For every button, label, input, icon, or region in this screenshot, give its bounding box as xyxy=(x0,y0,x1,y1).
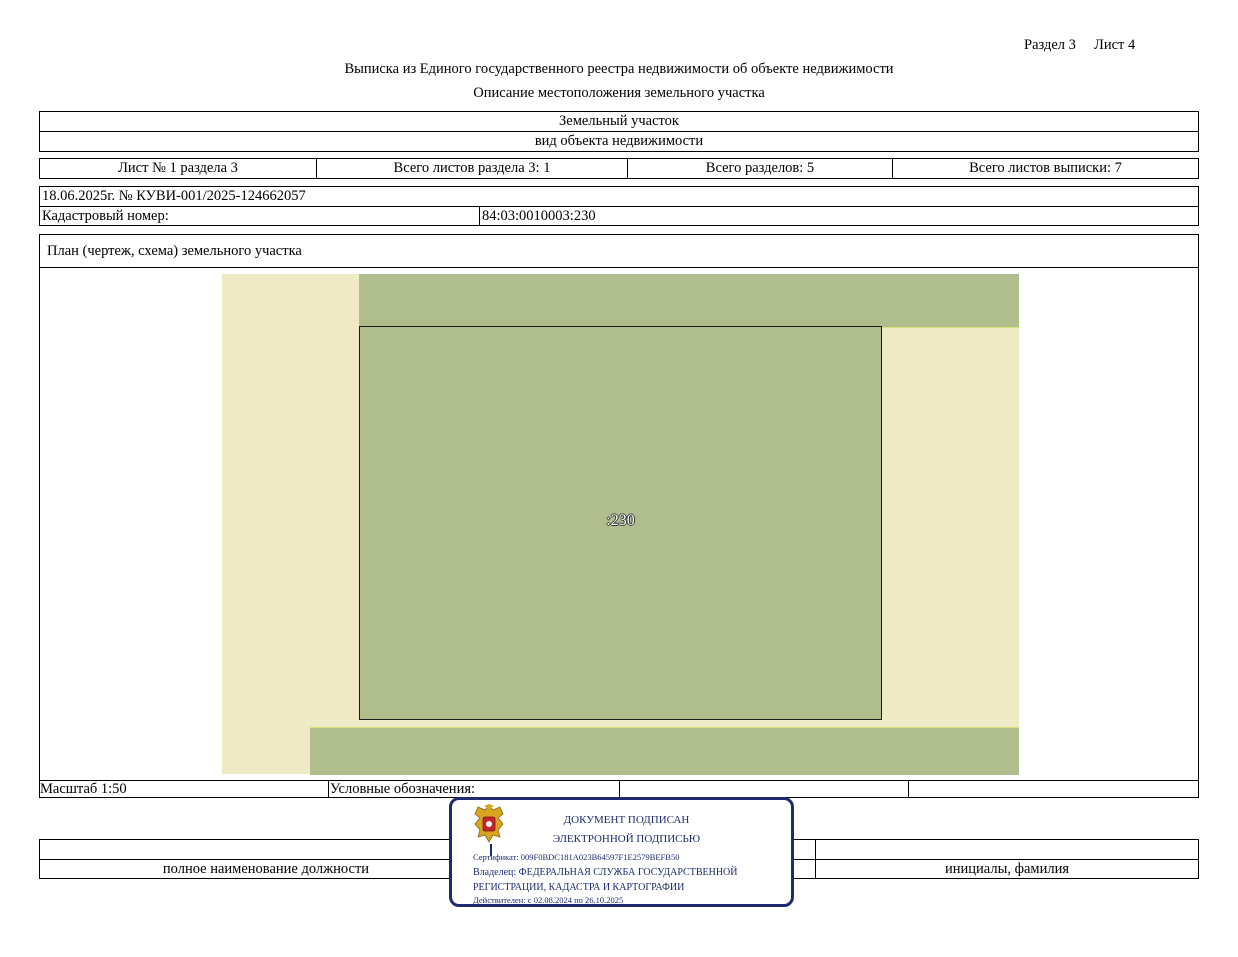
document-subtitle: Описание местоположения земельного участ… xyxy=(473,85,765,101)
object-type: Земельный участок xyxy=(559,113,679,129)
sheets-info-row: Лист № 1 раздела 3 Всего листов раздела … xyxy=(39,158,1199,179)
plan-drawing-area: :230 xyxy=(222,274,1019,775)
electronic-signature-stamp: ДОКУМЕНТ ПОДПИСАН ЭЛЕКТРОННОЙ ПОДПИСЬЮ С… xyxy=(449,797,794,907)
cadastral-number-label: Кадастровый номер: xyxy=(42,207,169,224)
plan-block: План (чертеж, схема) земельного участка … xyxy=(39,234,1199,798)
plan-title: План (чертеж, схема) земельного участка xyxy=(47,242,302,259)
legend-label: Условные обозначения: xyxy=(330,780,476,797)
parcel-label: :230 xyxy=(606,512,635,529)
record-block: 18.06.2025г. № КУВИ-001/2025-124662057 К… xyxy=(39,186,1199,226)
main-parcel: :230 xyxy=(359,326,882,720)
name-caption: инициалы, фамилия xyxy=(944,860,1070,877)
section-label: Раздел 3 xyxy=(1024,37,1076,53)
object-type-block: Земельный участок вид объекта недвижимос… xyxy=(39,111,1199,152)
neighbor-parcel-bottom xyxy=(310,727,1019,775)
stamp-line2: ЭЛЕКТРОННОЙ ПОДПИСЬЮ xyxy=(552,833,701,845)
document-title: Выписка из Единого государственного реес… xyxy=(344,61,894,77)
total-sheets-section: Всего листов раздела 3: 1 xyxy=(393,160,551,176)
sheet-number: Лист № 1 раздела 3 xyxy=(118,160,238,176)
sheet-label: Лист 4 xyxy=(1094,37,1136,53)
stamp-owner-line2: РЕГИСТРАЦИИ, КАДАСТРА И КАРТОГРАФИИ xyxy=(473,882,685,893)
position-caption: полное наименование должности xyxy=(162,860,370,877)
stamp-validity: Действителен: с 02.08.2024 по 26.10.2025 xyxy=(473,895,624,905)
extract-date-number: 18.06.2025г. № КУВИ-001/2025-124662057 xyxy=(42,188,306,204)
total-sheets-extract: Всего листов выписки: 7 xyxy=(969,160,1122,176)
total-sections: Всего разделов: 5 xyxy=(705,160,815,176)
neighbor-parcel-top xyxy=(359,274,1019,328)
cadastral-number-value: 84:03:0010003:230 xyxy=(482,207,596,224)
stamp-certificate: Сертификат: 009F0BDC181A023B64597F1E2579… xyxy=(473,852,680,862)
stamp-line1: ДОКУМЕНТ ПОДПИСАН xyxy=(563,814,690,826)
stamp-owner-line1: Владелец: ФЕДЕРАЛЬНАЯ СЛУЖБА ГОСУДАРСТВЕ… xyxy=(473,867,738,878)
object-type-caption: вид объекта недвижимости xyxy=(534,133,704,149)
scale-label: Масштаб 1:50 xyxy=(40,780,127,797)
